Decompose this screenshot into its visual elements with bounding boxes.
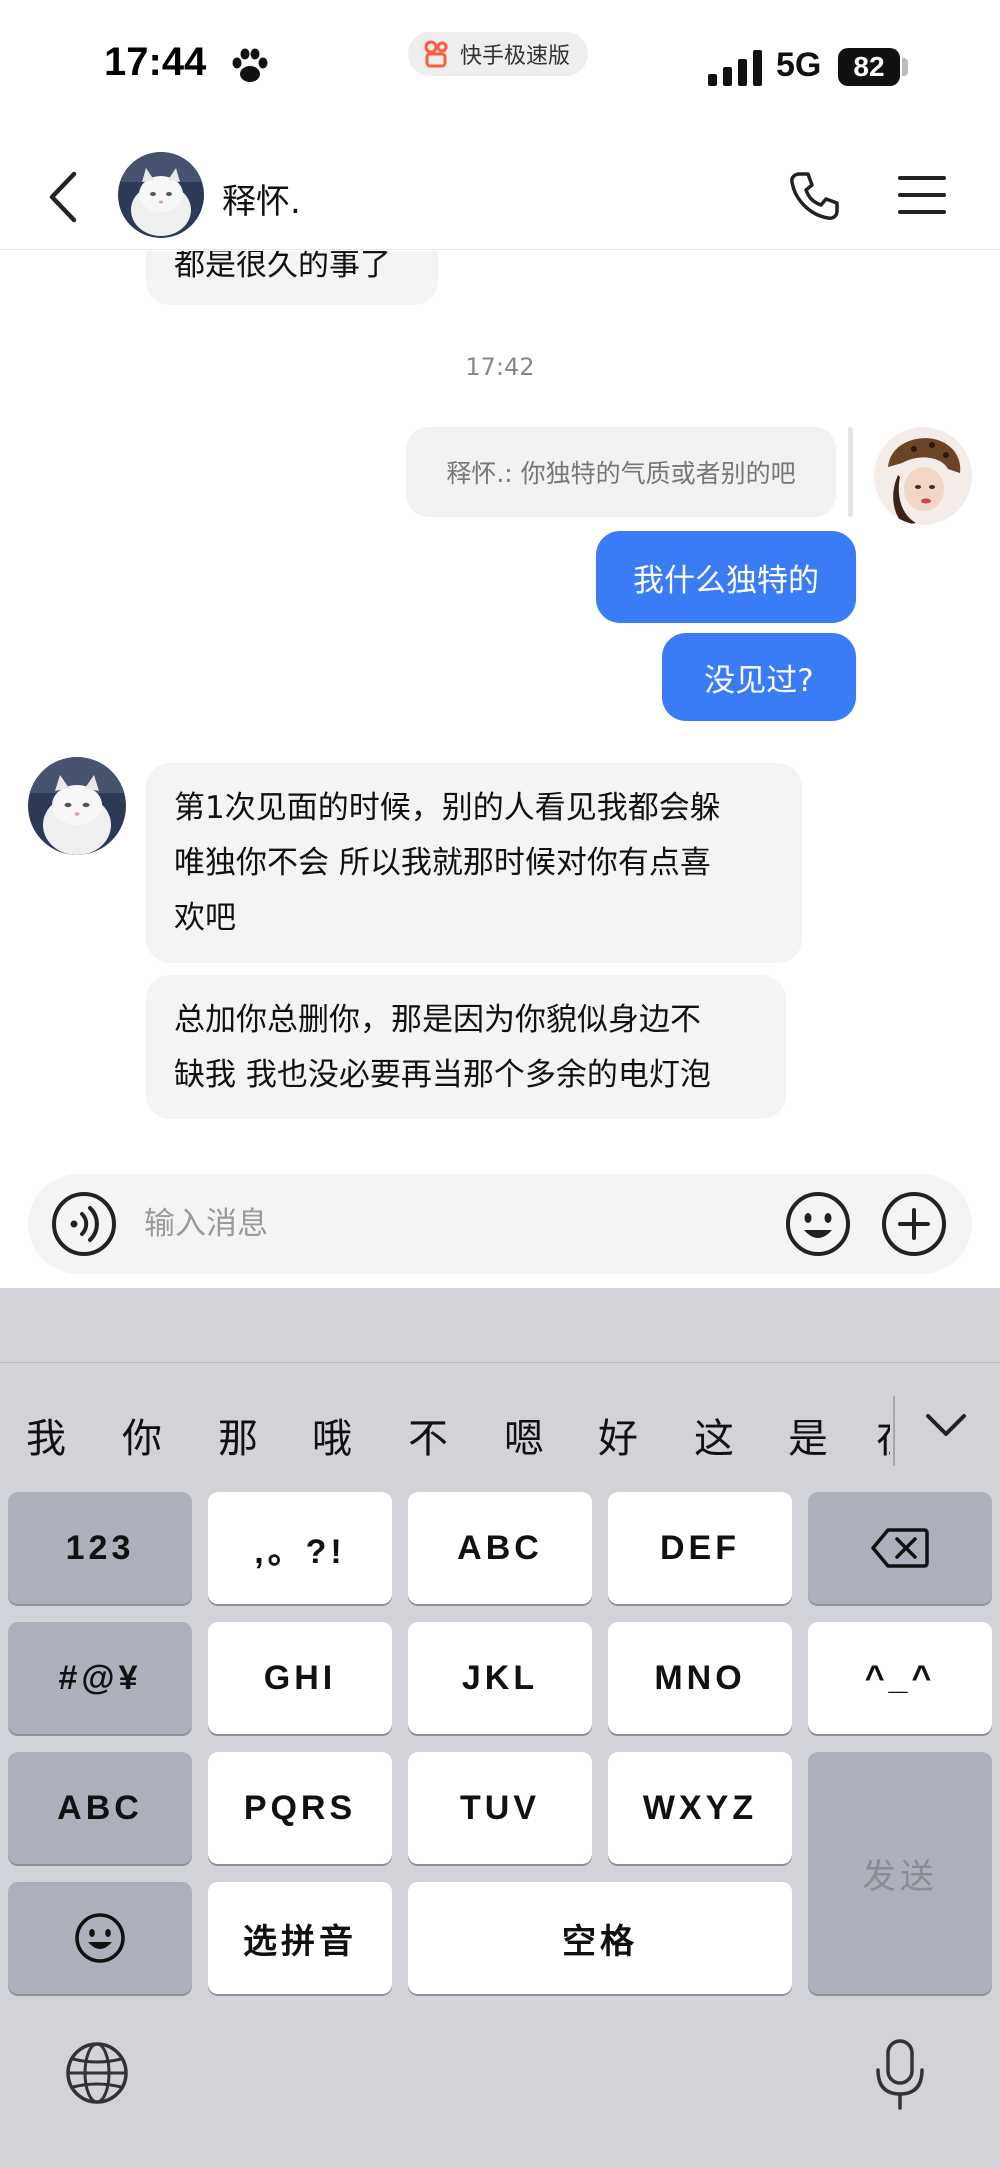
candidate-word[interactable]: 是 (788, 1406, 828, 1464)
key-space[interactable]: 空格 (408, 1882, 792, 1994)
message-incoming-partial[interactable]: 都是很久的事了 (146, 251, 438, 305)
keyboard: 我 你 那 哦 不 嗯 好 这 是 在 123 ,。?! ABC DEF #@¥… (0, 1288, 1000, 2168)
contact-message-avatar[interactable] (28, 757, 126, 855)
message-outgoing[interactable]: 我什么独特的 (596, 531, 856, 623)
battery-level: 82 (853, 51, 885, 82)
message-timestamp: 17:42 (465, 353, 535, 381)
user-avatar-image (874, 427, 972, 525)
key-def[interactable]: DEF (608, 1492, 792, 1604)
message-line: 总加你总删你，那是因为你貌似身边不 (174, 1002, 701, 1038)
status-time: 17:44 (104, 40, 207, 84)
chat-messages[interactable]: 都是很久的事了 17:42 释怀.: 你独特的气质或者别的吧 我什么独特的 没见… (0, 251, 1000, 1171)
key-ghi[interactable]: GHI (208, 1622, 392, 1734)
message-line: 缺我 我也没必要再当那个多余的电灯泡 (174, 1057, 711, 1093)
key-abc-mode[interactable]: ABC (8, 1752, 192, 1864)
paw-icon (232, 48, 268, 82)
app-badge-label: 快手极速版 (460, 44, 571, 69)
key-tuv[interactable]: TUV (408, 1752, 592, 1864)
emoji-key-icon (75, 1913, 125, 1963)
message-text: 我什么独特的 (633, 562, 819, 599)
key-wxyz[interactable]: WXYZ (608, 1752, 792, 1864)
candidate-word[interactable]: 不 (408, 1406, 448, 1464)
key-symbols[interactable]: #@¥ (8, 1622, 192, 1734)
message-line: 唯独你不会 所以我就那时候对你有点喜 (174, 845, 711, 881)
voice-icon[interactable] (50, 1190, 118, 1258)
key-emoji[interactable] (8, 1882, 192, 1994)
key-abc[interactable]: ABC (408, 1492, 592, 1604)
keyboard-divider (0, 1362, 1000, 1363)
candidate-word[interactable]: 这 (694, 1406, 734, 1464)
cat-avatar-image (28, 757, 126, 855)
candidate-separator (893, 1396, 895, 1466)
contact-avatar[interactable] (118, 152, 204, 238)
candidate-word[interactable]: 哦 (312, 1406, 352, 1464)
contact-name[interactable]: 释怀. (222, 174, 301, 223)
cat-avatar-image (118, 152, 204, 238)
candidate-clip: 在 (876, 1398, 890, 1462)
my-avatar[interactable] (874, 427, 972, 525)
candidate-word[interactable]: 你 (122, 1406, 162, 1464)
key-numbers[interactable]: 123 (8, 1492, 192, 1604)
message-incoming[interactable]: 第1次见面的时候，别的人看见我都会躲 唯独你不会 所以我就那时候对你有点喜 欢吧 (146, 763, 802, 963)
candidate-word[interactable]: 那 (218, 1406, 258, 1464)
key-jkl[interactable]: JKL (408, 1622, 592, 1734)
battery-tip (902, 58, 908, 76)
message-outgoing[interactable]: 没见过? (662, 633, 856, 721)
key-delete[interactable] (808, 1492, 992, 1604)
candidate-word[interactable]: 嗯 (504, 1406, 544, 1464)
message-line: 第1次见面的时候，别的人看见我都会躲 (174, 790, 721, 826)
signal-icon (708, 50, 762, 86)
back-icon[interactable] (44, 170, 84, 224)
quote-text: 释怀.: 你独特的气质或者别的吧 (446, 459, 796, 488)
quote-bar (848, 427, 853, 517)
phone-icon[interactable] (786, 168, 842, 224)
key-emoticon[interactable]: ^_^ (808, 1622, 992, 1734)
network-type: 5G (776, 46, 822, 84)
battery-indicator: 82 (838, 48, 900, 86)
message-text: 没见过? (704, 662, 814, 699)
mic-icon[interactable] (872, 2038, 928, 2110)
message-input-bar (28, 1174, 972, 1274)
message-incoming[interactable]: 总加你总删你，那是因为你貌似身边不 缺我 我也没必要再当那个多余的电灯泡 (146, 975, 786, 1119)
key-punctuation[interactable]: ,。?! (208, 1492, 392, 1604)
candidate-word[interactable]: 好 (598, 1406, 638, 1464)
delete-icon (871, 1528, 929, 1568)
menu-icon[interactable] (896, 170, 948, 220)
key-mno[interactable]: MNO (608, 1622, 792, 1734)
quoted-message[interactable]: 释怀.: 你独特的气质或者别的吧 (406, 427, 836, 517)
app-return-pill[interactable]: 快手极速版 (408, 32, 589, 76)
plus-icon[interactable] (880, 1190, 948, 1258)
message-input[interactable] (144, 1196, 784, 1252)
kuaishou-logo-icon (424, 40, 448, 68)
key-pqrs[interactable]: PQRS (208, 1752, 392, 1864)
status-bar: 17:44 快手极速版 5G 82 (0, 0, 1000, 140)
globe-icon[interactable] (64, 2040, 130, 2106)
candidate-word[interactable]: 我 (26, 1406, 66, 1464)
emoji-icon[interactable] (784, 1190, 852, 1258)
chat-header: 释怀. (0, 140, 1000, 250)
message-text: 都是很久的事了 (174, 251, 391, 283)
chevron-down-icon[interactable] (922, 1406, 970, 1446)
message-line: 欢吧 (174, 900, 236, 936)
send-button[interactable]: 发送 (808, 1752, 992, 1994)
key-select-pinyin[interactable]: 选拼音 (208, 1882, 392, 1994)
candidate-word-partial[interactable]: 在 (876, 1406, 890, 1462)
